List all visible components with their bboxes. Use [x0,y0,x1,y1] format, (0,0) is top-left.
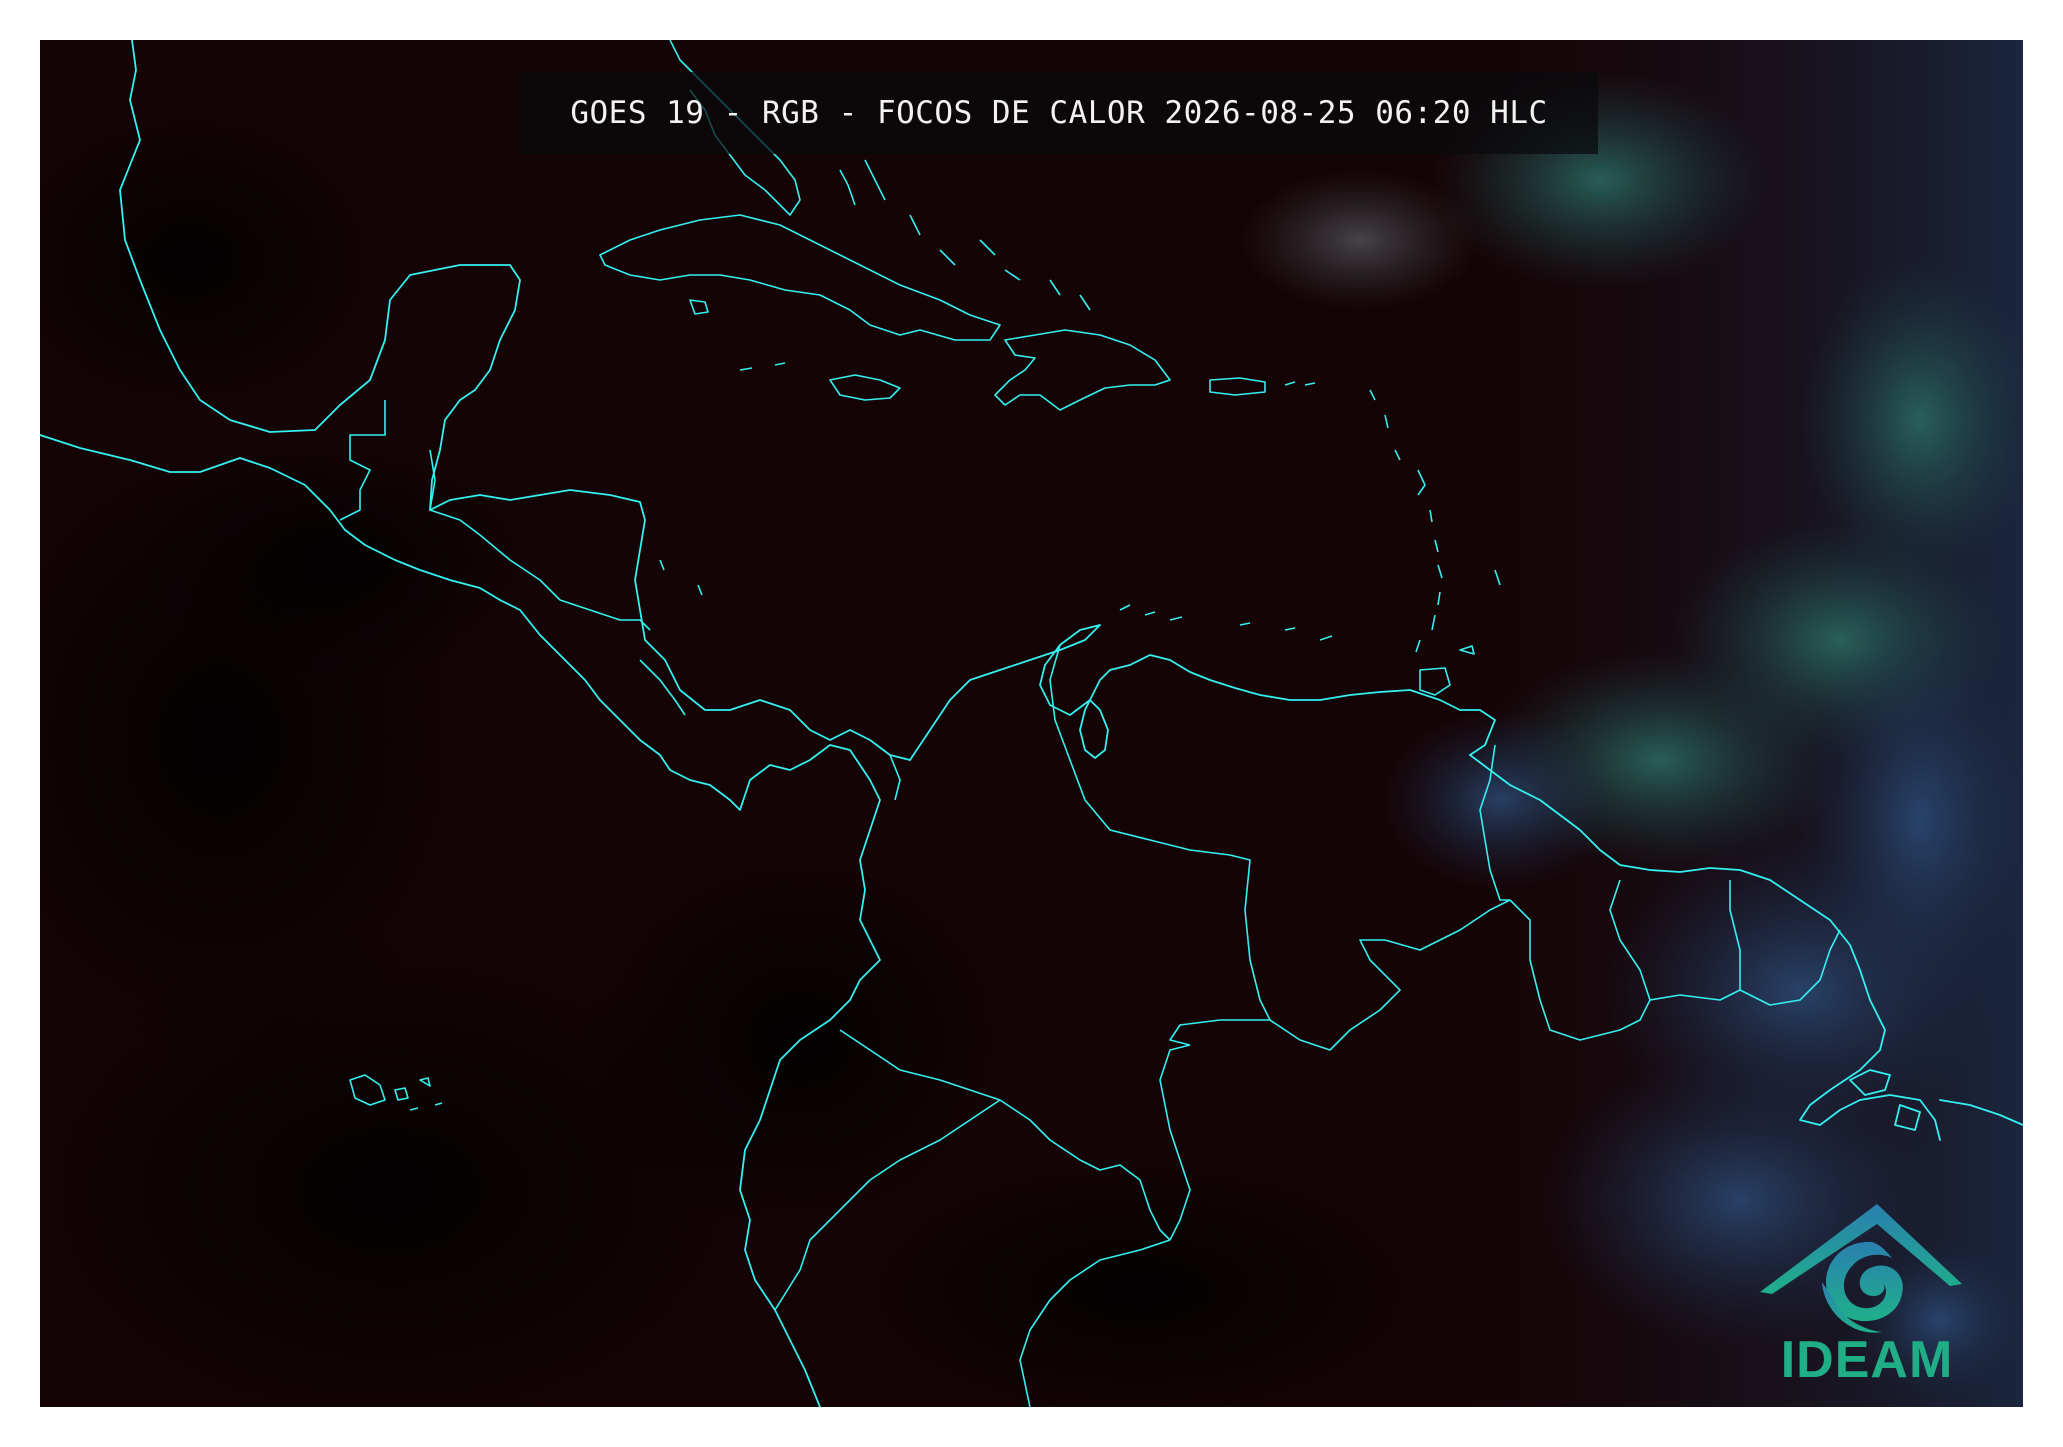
ideam-logo-icon [1760,1204,1962,1333]
ideam-logo-text: IDEAM [1780,1331,1954,1389]
satellite-map: GOES 19 - RGB - FOCOS DE CALOR 2026-08-2… [40,40,2023,1407]
ideam-logo: IDEAM [1752,1182,1982,1392]
title-banner: GOES 19 - RGB - FOCOS DE CALOR 2026-08-2… [520,72,1598,154]
map-title: GOES 19 - RGB - FOCOS DE CALOR 2026-08-2… [570,95,1548,131]
satellite-image [40,40,2023,1407]
